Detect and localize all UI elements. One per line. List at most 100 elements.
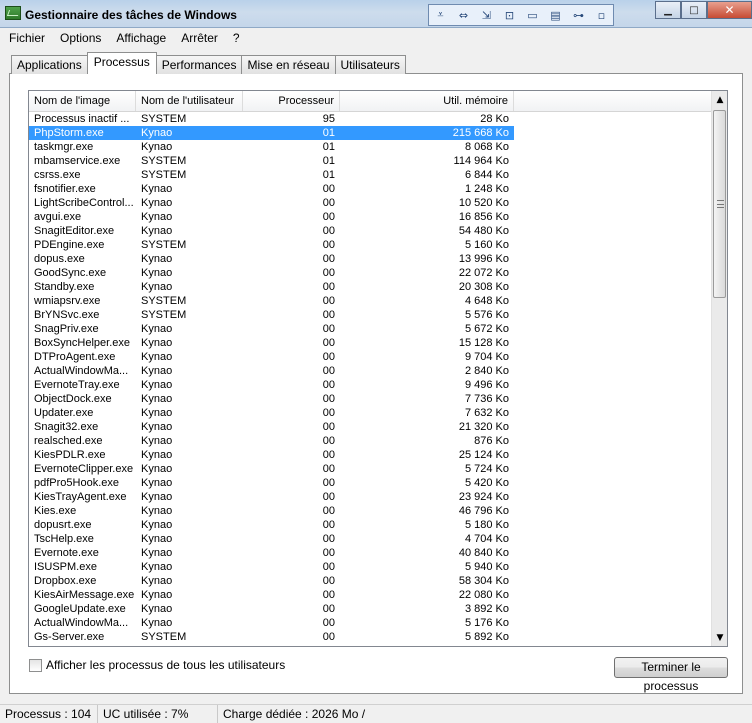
column-header-image-name[interactable]: Nom de l'image bbox=[29, 91, 136, 111]
scroll-down-arrow-icon[interactable]: ▼ bbox=[712, 629, 727, 646]
process-memory: 40 840 Ko bbox=[458, 547, 509, 559]
close-button[interactable]: ✕ bbox=[707, 1, 752, 19]
process-image-name: Updater.exe bbox=[34, 407, 94, 419]
table-row[interactable]: BrYNSvc.exe SYSTEM 00 5 576 Ko bbox=[29, 308, 714, 322]
menu-arreter[interactable]: Arrêter bbox=[172, 28, 224, 48]
tab-applications[interactable]: Applications bbox=[11, 55, 88, 74]
process-memory: 20 308 Ko bbox=[458, 281, 509, 293]
table-row[interactable]: Standby.exe Kynao 00 20 308 Ko bbox=[29, 280, 714, 294]
process-image-name: fsnotifier.exe bbox=[34, 183, 96, 195]
table-row[interactable]: SnagPriv.exe Kynao 00 5 672 Ko bbox=[29, 322, 714, 336]
table-row[interactable]: GoogleUpdate.exe Kynao 00 3 892 Ko bbox=[29, 602, 714, 616]
table-row[interactable]: Updater.exe Kynao 00 7 632 Ko bbox=[29, 406, 714, 420]
process-cpu: 01 bbox=[243, 126, 340, 140]
column-header-memory[interactable]: Util. mémoire bbox=[340, 91, 514, 111]
menu-options[interactable]: Options bbox=[51, 28, 107, 48]
process-user-name: SYSTEM bbox=[141, 169, 187, 181]
key-icon[interactable]: ⊶ bbox=[567, 5, 590, 25]
table-row[interactable]: ObjectDock.exe Kynao 00 7 736 Ko bbox=[29, 392, 714, 406]
collapse-down-icon[interactable]: ⩡ bbox=[429, 5, 452, 25]
scroll-thumb[interactable] bbox=[713, 110, 726, 298]
table-row[interactable]: csrss.exe SYSTEM 01 6 844 Ko bbox=[29, 168, 714, 182]
table-row[interactable]: KiesAirMessage.exe Kynao 00 22 080 Ko bbox=[29, 588, 714, 602]
table-row[interactable]: ActualWindowMa... Kynao 00 5 176 Ko bbox=[29, 616, 714, 630]
table-row[interactable]: Kies.exe Kynao 00 46 796 Ko bbox=[29, 504, 714, 518]
show-all-users-option[interactable]: Afficher les processus de tous les utili… bbox=[29, 657, 285, 673]
process-image-name: TscHelp.exe bbox=[34, 533, 94, 545]
tab-performances[interactable]: Performances bbox=[155, 55, 243, 74]
process-list[interactable]: Nom de l'image Nom de l'utilisateur Proc… bbox=[28, 90, 728, 647]
table-row[interactable]: avgui.exe Kynao 00 16 856 Ko bbox=[29, 210, 714, 224]
menu-fichier[interactable]: Fichier bbox=[0, 28, 51, 48]
table-row[interactable]: TscHelp.exe Kynao 00 4 704 Ko bbox=[29, 532, 714, 546]
process-cpu: 00 bbox=[322, 421, 335, 433]
table-row[interactable]: KiesPDLR.exe Kynao 00 25 124 Ko bbox=[29, 448, 714, 462]
process-user-name: Kynao bbox=[141, 477, 173, 489]
process-memory: 28 Ko bbox=[480, 113, 509, 125]
arrows-icon[interactable]: ⇔ bbox=[452, 5, 475, 25]
column-header-cpu[interactable]: Processeur bbox=[243, 91, 340, 111]
table-row[interactable]: PDEngine.exe SYSTEM 00 5 160 Ko bbox=[29, 238, 714, 252]
process-image-name: SnagPriv.exe bbox=[34, 323, 99, 335]
table-row[interactable]: Snagit32.exe Kynao 00 21 320 Ko bbox=[29, 420, 714, 434]
table-row[interactable]: LightScribeControl... Kynao 00 10 520 Ko bbox=[29, 196, 714, 210]
process-image-name: dopus.exe bbox=[34, 253, 85, 265]
table-row[interactable]: fsnotifier.exe Kynao 00 1 248 Ko bbox=[29, 182, 714, 196]
process-image-name: BoxSyncHelper.exe bbox=[34, 337, 130, 349]
menu-help[interactable]: ? bbox=[224, 28, 246, 48]
process-image-name: Evernote.exe bbox=[34, 547, 99, 559]
window-icon[interactable]: ▭ bbox=[521, 5, 544, 25]
table-row[interactable]: ActualWindowMa... Kynao 00 2 840 Ko bbox=[29, 364, 714, 378]
table-row[interactable]: PhpStorm.exe Kynao 01 215 668 Ko bbox=[29, 126, 714, 140]
table-row[interactable]: dopus.exe Kynao 00 13 996 Ko bbox=[29, 252, 714, 266]
column-header-row: Nom de l'image Nom de l'utilisateur Proc… bbox=[29, 91, 712, 112]
table-row[interactable]: pdfPro5Hook.exe Kynao 00 5 420 Ko bbox=[29, 476, 714, 490]
end-process-button[interactable]: Terminer le processus bbox=[614, 657, 728, 693]
table-row[interactable]: GoodSync.exe Kynao 00 22 072 Ko bbox=[29, 266, 714, 280]
small-square-icon[interactable]: ▫ bbox=[590, 5, 613, 25]
process-memory: 54 480 Ko bbox=[458, 225, 509, 237]
status-cpu-usage: UC utilisée : 7% bbox=[98, 705, 218, 723]
process-image-name: Standby.exe bbox=[34, 281, 95, 293]
table-row[interactable]: Evernote.exe Kynao 00 40 840 Ko bbox=[29, 546, 714, 560]
monitor-icon[interactable]: ▤ bbox=[544, 5, 567, 25]
process-memory: 23 924 Ko bbox=[458, 491, 509, 503]
table-row[interactable]: BoxSyncHelper.exe Kynao 00 15 128 Ko bbox=[29, 336, 714, 350]
table-row[interactable]: dopusrt.exe Kynao 00 5 180 Ko bbox=[29, 518, 714, 532]
process-image-name: BrYNSvc.exe bbox=[34, 309, 100, 321]
process-image-name: LightScribeControl... bbox=[34, 197, 134, 209]
scroll-up-arrow-icon[interactable]: ▲ bbox=[712, 91, 727, 108]
table-row[interactable]: SnagitEditor.exe Kynao 00 54 480 Ko bbox=[29, 224, 714, 238]
process-user-name: SYSTEM bbox=[141, 113, 187, 125]
table-row[interactable]: Processus inactif ... SYSTEM 95 28 Ko bbox=[29, 112, 714, 126]
tab-utilisateurs[interactable]: Utilisateurs bbox=[334, 55, 406, 74]
show-all-users-checkbox[interactable] bbox=[29, 658, 42, 672]
table-row[interactable]: DTProAgent.exe Kynao 00 9 704 Ko bbox=[29, 350, 714, 364]
process-memory: 15 128 Ko bbox=[458, 337, 509, 349]
process-user-name: Kynao bbox=[141, 603, 173, 615]
process-user-name: Kynao bbox=[141, 435, 173, 447]
table-row[interactable]: Gs-Server.exe SYSTEM 00 5 892 Ko bbox=[29, 630, 714, 644]
process-image-name: avgui.exe bbox=[34, 211, 82, 223]
table-row[interactable]: mbamservice.exe SYSTEM 01 114 964 Ko bbox=[29, 154, 714, 168]
box-icon[interactable]: ⊡ bbox=[498, 5, 521, 25]
process-user-name: Kynao bbox=[141, 421, 173, 433]
table-row[interactable]: EvernoteTray.exe Kynao 00 9 496 Ko bbox=[29, 378, 714, 392]
process-user-name: Kynao bbox=[141, 589, 173, 601]
vertical-scrollbar[interactable]: ▲ ▼ bbox=[711, 91, 727, 646]
table-row[interactable]: ISUSPM.exe Kynao 00 5 940 Ko bbox=[29, 560, 714, 574]
table-row[interactable]: wmiapsrv.exe SYSTEM 00 4 648 Ko bbox=[29, 294, 714, 308]
table-row[interactable]: taskmgr.exe Kynao 01 8 068 Ko bbox=[29, 140, 714, 154]
maximize-button[interactable]: □ bbox=[681, 1, 707, 19]
tab-processus[interactable]: Processus bbox=[86, 52, 157, 74]
import-icon[interactable]: ⇲ bbox=[475, 5, 498, 25]
table-row[interactable]: Dropbox.exe Kynao 00 58 304 Ko bbox=[29, 574, 714, 588]
menu-affichage[interactable]: Affichage bbox=[107, 28, 172, 48]
title-bar[interactable]: Gestionnaire des tâches de Windows ⩡ ⇔ ⇲ ⊡ ▭… bbox=[0, 0, 752, 28]
column-header-user-name[interactable]: Nom de l'utilisateur bbox=[136, 91, 243, 111]
minimize-button[interactable]: ▁ bbox=[655, 1, 681, 19]
table-row[interactable]: realsched.exe Kynao 00 876 Ko bbox=[29, 434, 714, 448]
table-row[interactable]: EvernoteClipper.exe Kynao 00 5 724 Ko bbox=[29, 462, 714, 476]
tab-mise-en-reseau[interactable]: Mise en réseau bbox=[241, 55, 336, 74]
table-row[interactable]: KiesTrayAgent.exe Kynao 00 23 924 Ko bbox=[29, 490, 714, 504]
